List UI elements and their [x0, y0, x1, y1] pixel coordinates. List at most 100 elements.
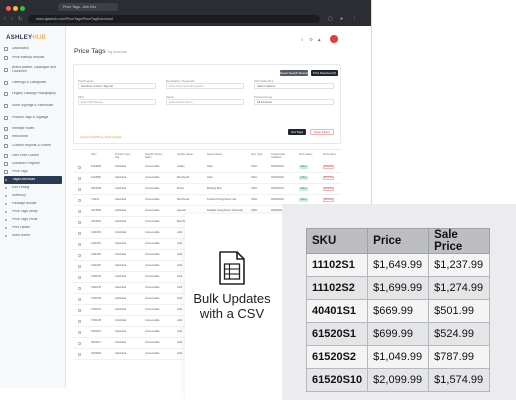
price-cell: $1,049.99	[367, 345, 430, 369]
sidebar-item-legacy-catalog[interactable]: Legacy Catalog Photography	[4, 89, 62, 99]
sku-cell: 11102S1	[305, 253, 369, 277]
column-header-sales[interactable]: Specific Stores Sales	[145, 153, 165, 160]
sidebar-item-inventory[interactable]: Inventory	[4, 192, 62, 200]
sidebar-item-price-tags-setup[interactable]: Price Tags Setup	[4, 208, 62, 216]
sidebar-item-brand-assets[interactable]: Brand Assets, Catalogue and Launches	[4, 63, 62, 77]
sidebar-item-tags-download[interactable]: Tags/Download	[4, 176, 62, 184]
product-type-cell: Individual	[115, 209, 126, 212]
markup-icon	[4, 56, 8, 60]
column-header-date[interactable]: Create Date Updated	[271, 153, 291, 160]
extensions-icon[interactable]: ▢	[328, 15, 333, 23]
vendor-cell: Benchcraft	[177, 198, 190, 201]
get-tags-button[interactable]: Get Tags	[288, 129, 306, 135]
profile-icon[interactable]: ●	[340, 15, 343, 23]
sku-cell: 3700136	[91, 297, 102, 300]
row-checkbox[interactable]	[78, 187, 81, 191]
sidebar-item-price-tags-prints[interactable]: Price Tags Prints	[4, 216, 62, 224]
gear-icon[interactable]: ⚙	[309, 37, 313, 43]
sales-rep-select[interactable]: Select Options	[254, 83, 334, 89]
sidebar-item-offerings[interactable]: Offerings & Categories	[4, 78, 62, 88]
remove-button[interactable]: Remove	[323, 176, 334, 180]
offerings-icon	[4, 81, 8, 85]
sales-cell: Consumable	[145, 264, 160, 267]
remove-button[interactable]: Remove	[323, 198, 334, 202]
row-checkbox[interactable]	[78, 264, 81, 268]
row-checkbox[interactable]	[78, 165, 81, 169]
address-bar[interactable]: www.ajashub.com/PriceTags/PriceTagDownlo…	[28, 15, 320, 23]
row-checkbox[interactable]	[78, 220, 81, 224]
back-icon[interactable]: ‹	[4, 15, 6, 23]
row-checkbox[interactable]	[78, 352, 81, 356]
date-cell: 03/26/2024	[271, 198, 284, 201]
column-header-series[interactable]: Series Name	[207, 153, 222, 157]
clear-filters-button[interactable]: Clear Filters	[310, 129, 334, 135]
table-row[interactable]: 3301409 Individual Consumable Brown Bowling …	[73, 184, 341, 195]
minimize-window-button[interactable]	[13, 6, 18, 11]
bullet-icon	[5, 179, 7, 181]
sidebar-item-edit-pricing[interactable]: Edit Pricing	[4, 184, 62, 192]
forward-icon[interactable]: ›	[11, 15, 13, 23]
print-selected-button[interactable]: Print Selected (0)	[311, 70, 338, 76]
sidebar-item-label: User Role Control	[12, 154, 39, 158]
sidebar-item-label: Price Tags Prints	[12, 218, 38, 222]
sidebar-item-label: Product Tags & Signage	[12, 116, 49, 120]
sku-input[interactable]: Enter SKU/Series	[78, 99, 156, 105]
search-icon[interactable]: ⌕	[301, 37, 304, 42]
bulk-upload-link[interactable]: Upload CSV/Excel Bulk Update	[80, 135, 122, 139]
remove-button[interactable]: Remove	[323, 165, 334, 169]
product-group-select[interactable]: All Furniture	[254, 99, 334, 105]
row-checkbox[interactable]	[78, 308, 81, 312]
row-checkbox[interactable]	[78, 286, 81, 290]
table-row[interactable]: 1144545 Individual Consumable Ashley Arlen Ot…	[73, 162, 341, 173]
sidebar-item-custom-reports[interactable]: Custom Reports & Orders	[4, 141, 62, 151]
row-checkbox[interactable]	[78, 319, 81, 323]
table-row[interactable]: 1144560 Individual Consumable Benchcraft Arl…	[73, 173, 341, 184]
column-header-vendor[interactable]: Vendor Name	[177, 153, 195, 157]
sidebar-item-price-markup[interactable]: Price Markup Results	[4, 53, 62, 63]
browser-tab[interactable]: Price Tags - Ash Dev	[58, 3, 118, 11]
column-header-product-type[interactable]: Product Type Tag	[115, 153, 133, 160]
sidebar-item-package-builder[interactable]: Package Builder	[4, 200, 62, 208]
row-checkbox[interactable]	[78, 297, 81, 301]
series-input[interactable]: Enter Series Name	[166, 99, 244, 105]
bullet-icon	[5, 203, 7, 205]
maximize-window-button[interactable]	[20, 6, 25, 11]
row-checkbox[interactable]	[78, 341, 81, 345]
bell-icon[interactable]: ▲	[317, 37, 321, 42]
column-header-prints-sent[interactable]: Prints Sent	[323, 153, 337, 157]
screenshot-stage: Price Tags - Ash Dev ‹ › ↻ www.ajashub.c…	[0, 0, 516, 400]
sidebar-item-product-tags[interactable]: Product Tags & Signage	[4, 113, 62, 123]
avatar[interactable]	[330, 35, 338, 43]
close-window-button[interactable]	[6, 6, 11, 11]
row-checkbox[interactable]	[78, 176, 81, 180]
row-checkbox[interactable]	[78, 198, 81, 202]
column-header-sku[interactable]: SKU	[91, 153, 96, 157]
sidebar-item-store-signage[interactable]: Store Signage & Electricals	[4, 101, 62, 111]
report-icon	[4, 144, 8, 148]
sku-cell: 4111005	[91, 253, 101, 256]
product-type-cell: Individual	[115, 264, 126, 267]
row-checkbox[interactable]	[78, 231, 81, 235]
row-checkbox[interactable]	[78, 330, 81, 334]
row-checkbox[interactable]	[78, 209, 81, 213]
remove-button[interactable]: Remove	[323, 187, 334, 191]
series-cell: Arlen	[207, 165, 214, 168]
column-header-item-type[interactable]: Item Type	[251, 153, 262, 157]
row-checkbox[interactable]	[78, 253, 81, 257]
bullet-icon	[5, 195, 7, 197]
sidebar-item-store-admin[interactable]: Store Admin	[4, 232, 62, 240]
vendor-cell: Ashl	[177, 330, 183, 333]
bullet-icon	[5, 227, 7, 229]
reset-search-button[interactable]: Reset Search Results	[280, 70, 308, 76]
price-table-header-row: SKU Price Sale Price	[305, 228, 491, 254]
row-checkbox[interactable]	[78, 275, 81, 279]
sidebar-item-print-labels[interactable]: Print Labels	[4, 224, 62, 232]
vendor-cell: Ashl	[177, 352, 183, 355]
price-table-row: 61520S2 $1,049.99 $787.99	[305, 345, 491, 369]
reload-icon[interactable]: ↻	[18, 15, 22, 23]
tag-program-select[interactable]: Furniture Custom Tag List	[78, 83, 156, 89]
row-checkbox[interactable]	[78, 242, 81, 246]
description-input[interactable]: Enter Description/Keywords	[166, 83, 244, 89]
column-header-print-status[interactable]: Print Status	[299, 153, 313, 157]
menu-icon[interactable]: ⋮	[352, 15, 357, 23]
